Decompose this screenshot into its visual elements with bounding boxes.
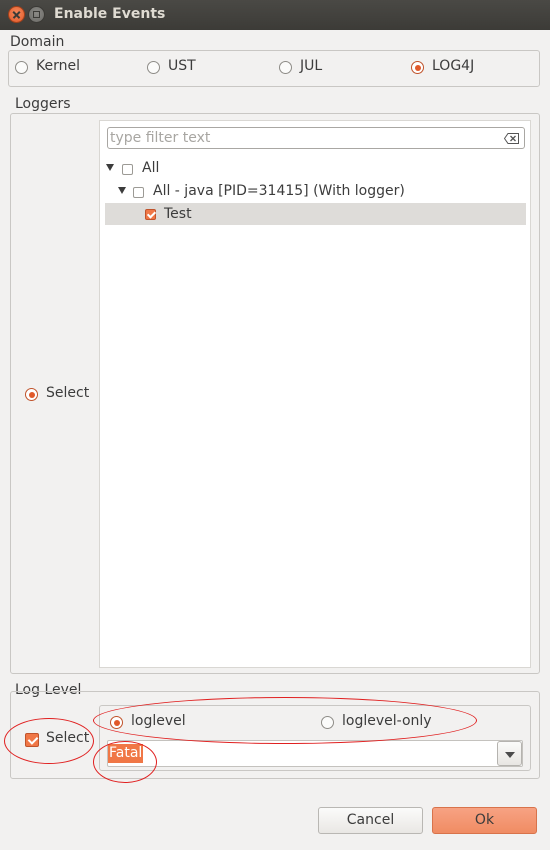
annotation-ellipse-select	[4, 718, 94, 764]
dropdown-arrow-icon[interactable]	[497, 741, 522, 766]
filter-field[interactable]	[107, 127, 525, 149]
annotation-ellipse-fatal	[93, 741, 157, 783]
domain-log4j-radio[interactable]	[411, 61, 424, 74]
tree-java-checkbox[interactable]	[133, 187, 144, 198]
tree-test-checkbox[interactable]	[145, 209, 156, 220]
filter-input[interactable]	[110, 129, 495, 147]
domain-ust-label[interactable]: UST	[168, 58, 196, 74]
tree-all-label[interactable]: All	[142, 160, 159, 176]
loggers-select-radio[interactable]	[25, 388, 38, 401]
domain-jul-radio[interactable]	[279, 61, 292, 74]
domain-ust-radio[interactable]	[147, 61, 160, 74]
maximize-icon[interactable]	[28, 6, 45, 23]
domain-jul-label[interactable]: JUL	[300, 58, 322, 74]
annotation-ellipse-loglevel	[93, 697, 477, 744]
domain-log4j-label[interactable]: LOG4J	[432, 58, 474, 74]
close-icon[interactable]	[8, 6, 25, 23]
loggers-group-label: Loggers	[15, 96, 71, 112]
loglevel-combo[interactable]	[107, 740, 523, 767]
domain-kernel-label[interactable]: Kernel	[36, 58, 80, 74]
cancel-button[interactable]: Cancel	[318, 807, 423, 834]
domain-group-label: Domain	[10, 34, 65, 50]
expand-arrow-icon[interactable]	[106, 164, 114, 171]
loggers-select-label[interactable]: Select	[46, 385, 89, 401]
logger-tree[interactable]	[105, 156, 526, 664]
window-title: Enable Events	[54, 6, 166, 22]
ok-button[interactable]: Ok	[432, 807, 537, 834]
title-bar: Enable Events	[0, 0, 550, 30]
tree-test-label[interactable]: Test	[164, 206, 192, 222]
tree-java-label[interactable]: All - java [PID=31415] (With logger)	[153, 183, 405, 199]
clear-filter-icon[interactable]	[504, 133, 519, 144]
domain-kernel-radio[interactable]	[15, 61, 28, 74]
tree-all-checkbox[interactable]	[122, 164, 133, 175]
expand-arrow-icon[interactable]	[118, 187, 126, 194]
